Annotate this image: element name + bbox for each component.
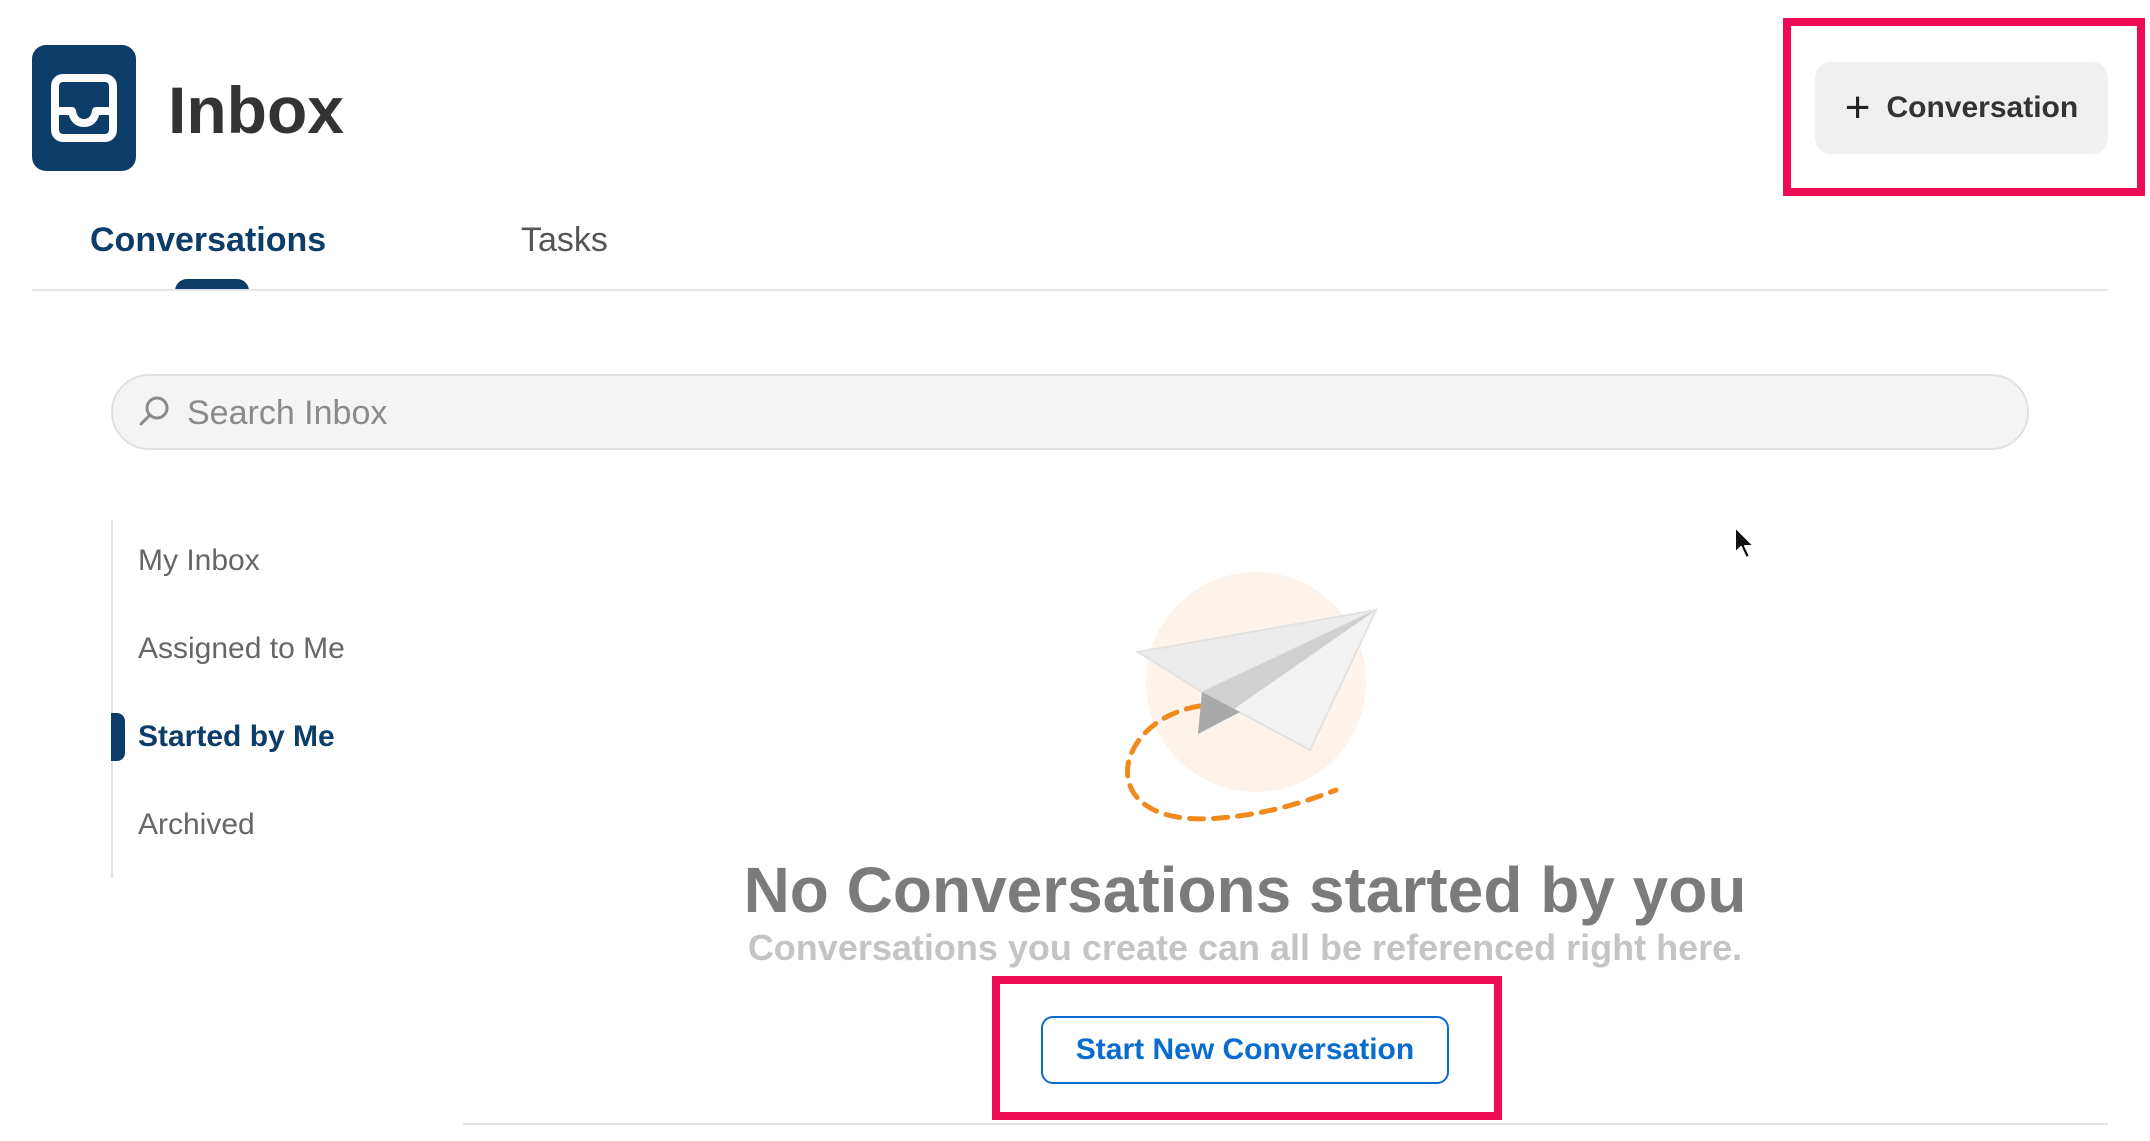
sidebar-item-archived[interactable]: Archived [138,805,255,845]
highlight-box-start-conversation [992,976,1502,1120]
paper-plane-icon [1125,572,1379,822]
sidebar-active-indicator [111,713,125,761]
bottom-divider [463,1123,2108,1125]
app-logo [32,45,136,171]
sidebar-item-assigned-to-me[interactable]: Assigned to Me [138,629,345,669]
empty-state-subtitle: Conversations you create can all be refe… [747,927,1743,968]
highlight-box-new-conversation [1783,18,2145,196]
inbox-tray-icon [51,74,117,142]
search-icon [139,396,169,426]
sidebar-border [111,520,113,878]
sidebar-item-my-inbox[interactable]: My Inbox [138,541,260,581]
search-input[interactable] [185,384,1969,442]
sidebar-item-started-by-me[interactable]: Started by Me [138,717,335,757]
tab-conversations[interactable]: Conversations [90,218,326,262]
mouse-cursor-icon [1734,526,1755,559]
tabs-divider [32,289,2108,291]
tab-tasks[interactable]: Tasks [521,218,608,262]
empty-state-title: No Conversations started by you [743,854,1747,926]
page-title: Inbox [168,73,344,147]
